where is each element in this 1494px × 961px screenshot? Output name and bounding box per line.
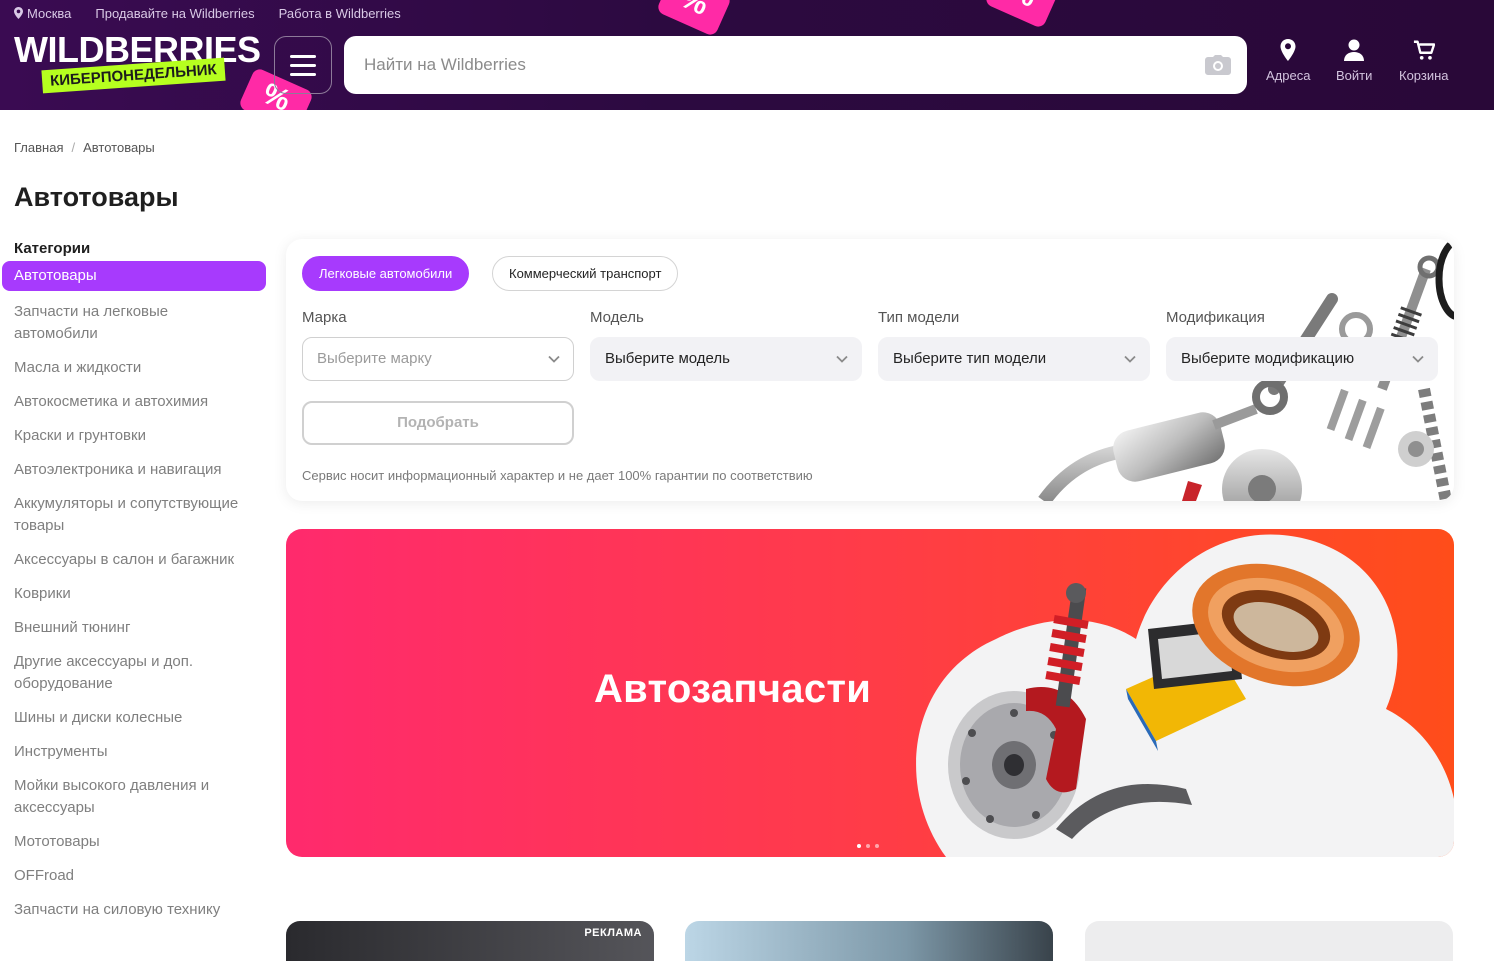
chevron-down-icon (836, 355, 848, 363)
chevron-down-icon (548, 355, 560, 363)
chevron-down-icon (1412, 355, 1424, 363)
sidebar-item-tools[interactable]: Инструменты (0, 735, 270, 769)
product-card[interactable] (1085, 921, 1453, 961)
nav-addresses-label: Адреса (1266, 68, 1311, 83)
carousel-dots (857, 844, 879, 848)
product-card[interactable]: РЕКЛАМА (286, 921, 654, 961)
tab-commercial-transport[interactable]: Коммерческий транспорт (492, 256, 679, 291)
sidebar-item-mats[interactable]: Коврики (0, 577, 270, 611)
breadcrumb-separator: / (71, 140, 76, 155)
sidebar-heading: Категории (14, 240, 91, 257)
pick-button[interactable]: Подобрать (302, 401, 574, 445)
model-type-select[interactable]: Выберите тип модели (878, 337, 1150, 381)
carousel-dot[interactable] (875, 844, 879, 848)
modification-select-placeholder: Выберите модификацию (1181, 350, 1355, 367)
brand-select-placeholder: Выберите марку (317, 350, 432, 367)
sidebar-item-pressure-washers[interactable]: Мойки высокого давления и аксессуары (0, 769, 270, 825)
city-label: Москва (27, 6, 72, 21)
sidebar-item-power-equipment[interactable]: Запчасти на силовую технику (0, 893, 270, 927)
page-title: Автотовары (14, 182, 179, 212)
header: Москва Продавайте на Wildberries Работа … (0, 0, 1494, 110)
sidebar-item-electronics[interactable]: Автоэлектроника и навигация (0, 453, 270, 487)
nav-addresses[interactable]: Адреса (1266, 38, 1310, 83)
sidebar-item-other-accessories[interactable]: Другие аксессуары и доп. оборудование (0, 645, 270, 701)
location-pin-icon (14, 7, 23, 19)
search-input[interactable] (344, 36, 1184, 94)
city-selector[interactable]: Москва (14, 6, 71, 21)
product-card[interactable] (685, 921, 1053, 961)
modification-select[interactable]: Выберите модификацию (1166, 337, 1438, 381)
menu-button[interactable] (274, 36, 332, 94)
nav-cart[interactable]: Корзина (1399, 38, 1449, 83)
sidebar-item-paints[interactable]: Краски и грунтовки (0, 419, 270, 453)
logo[interactable]: WILDBERRIES КИБЕРПОНЕДЕЛЬНИК (14, 32, 264, 102)
percent-tag-decoration (983, 0, 1061, 30)
chevron-down-icon (1124, 355, 1136, 363)
sidebar-item-moto[interactable]: Мототовары (0, 825, 270, 859)
carousel-dot[interactable] (866, 844, 870, 848)
menu-icon-line (290, 72, 316, 76)
percent-tag-decoration (655, 0, 733, 38)
user-icon (1344, 39, 1365, 61)
auto-parts-banner-illustration (916, 534, 1454, 857)
menu-icon-line (290, 63, 316, 67)
sidebar-item-interior-accessories[interactable]: Аксессуары в салон и багажник (0, 543, 270, 577)
cart-icon (1413, 40, 1435, 60)
model-type-select-placeholder: Выберите тип модели (893, 350, 1047, 367)
sidebar: Категории Автотовары Запчасти на легковы… (0, 240, 270, 927)
camera-icon[interactable] (1205, 55, 1231, 75)
nav-cart-label: Корзина (1399, 68, 1449, 83)
tab-passenger-cars[interactable]: Легковые автомобили (302, 256, 470, 291)
ad-label: РЕКЛАМА (584, 927, 642, 939)
sidebar-item-oils[interactable]: Масла и жидкости (0, 351, 270, 385)
promo-banner[interactable]: Автозапчасти (286, 529, 1454, 857)
sidebar-item-car-cosmetics[interactable]: Автокосметика и автохимия (0, 385, 270, 419)
model-label: Модель (590, 309, 644, 326)
brand-label: Марка (302, 309, 347, 326)
breadcrumb-home[interactable]: Главная (14, 140, 63, 155)
car-filter-card: Легковые автомобили Коммерческий транспо… (286, 239, 1454, 501)
sell-link[interactable]: Продавайте на Wildberries (95, 6, 254, 21)
model-select[interactable]: Выберите модель (590, 337, 862, 381)
banner-title: Автозапчасти (594, 667, 872, 711)
topbar: Москва Продавайте на Wildberries Работа … (14, 6, 401, 21)
sidebar-item-batteries[interactable]: Аккумуляторы и сопутствующие товары (0, 487, 270, 543)
work-link[interactable]: Работа в Wildberries (279, 6, 401, 21)
sidebar-item-offroad[interactable]: OFFroad (0, 859, 270, 893)
sidebar-item-tires[interactable]: Шины и диски колесные (0, 701, 270, 735)
model-type-label: Тип модели (878, 309, 960, 326)
breadcrumb-current[interactable]: Автотовары (83, 140, 155, 155)
carousel-dot[interactable] (857, 844, 861, 848)
modification-label: Модификация (1166, 309, 1265, 326)
breadcrumb: Главная / Автотовары (14, 140, 155, 155)
brand-select[interactable]: Выберите марку (302, 337, 574, 381)
sidebar-item-avtotovary[interactable]: Автотовары (2, 261, 266, 291)
model-select-placeholder: Выберите модель (605, 350, 730, 367)
disclaimer-text: Сервис носит информационный характер и н… (302, 468, 813, 483)
sidebar-item-tuning[interactable]: Внешний тюнинг (0, 611, 270, 645)
location-icon (1280, 39, 1296, 61)
menu-icon-line (290, 54, 316, 58)
nav-login-label: Войти (1336, 68, 1373, 83)
sidebar-item-parts-cars[interactable]: Запчасти на легковые автомобили (0, 295, 270, 351)
search-bar (344, 36, 1247, 94)
nav-login[interactable]: Войти (1336, 38, 1372, 83)
